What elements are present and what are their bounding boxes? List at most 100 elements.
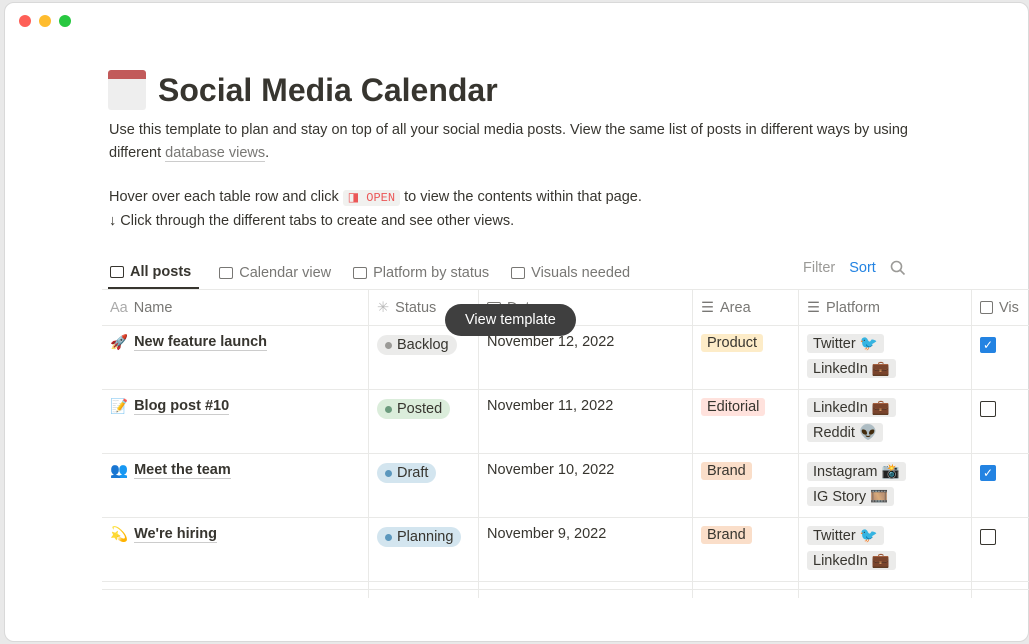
page-title: Social Media Calendar <box>158 71 498 108</box>
sort-button[interactable]: Sort <box>849 260 876 280</box>
status-icon: ✳ <box>377 299 390 316</box>
platform-tag: LinkedIn 💼 <box>807 551 896 570</box>
status-dot <box>385 533 392 541</box>
area-tag: Product <box>701 334 763 352</box>
tab-platform-by-status[interactable]: Platform by status <box>351 256 491 289</box>
list-icon: ☰ <box>807 299 820 316</box>
status-dot <box>385 341 392 349</box>
name-cell[interactable]: 🚀 New feature launch <box>102 326 369 389</box>
col-label: Vis <box>999 299 1019 316</box>
status-cell[interactable]: Posted <box>369 390 479 453</box>
database-views-link[interactable]: database views <box>165 144 266 162</box>
status-label: Backlog <box>397 337 449 353</box>
col-visuals[interactable]: Vis <box>972 290 1029 325</box>
status-label: Posted <box>397 401 443 417</box>
minimize-window-button[interactable] <box>39 15 51 27</box>
page-emoji-icon: 🚀 <box>110 335 129 351</box>
area-cell[interactable]: Brand <box>693 454 799 517</box>
status-dot <box>385 469 392 477</box>
col-platform[interactable]: ☰ Platform <box>799 290 972 325</box>
tab-label: Platform by status <box>373 264 490 281</box>
col-label: Area <box>720 299 751 316</box>
platform-tag: Twitter 🐦 <box>807 526 884 545</box>
desc-end: . <box>265 144 270 161</box>
platform-cell[interactable]: Twitter 🐦 LinkedIn 💼 <box>799 518 972 581</box>
status-badge: Draft <box>377 463 437 483</box>
area-cell[interactable]: Editorial <box>693 390 799 453</box>
platform-tag: LinkedIn 💼 <box>807 359 896 378</box>
post-name[interactable]: Blog post #10 <box>134 398 230 415</box>
search-icon[interactable] <box>890 260 906 280</box>
page-emoji-icon: 💫 <box>110 527 129 543</box>
date-cell[interactable]: November 10, 2022 <box>479 454 693 517</box>
name-cell[interactable]: 👥 Meet the team <box>102 454 369 517</box>
platform-cell[interactable]: Twitter 🐦 LinkedIn 💼 <box>799 326 972 389</box>
visuals-cell <box>972 390 1029 453</box>
post-name[interactable]: We're hiring <box>134 526 218 543</box>
visuals-checkbox[interactable] <box>980 529 996 545</box>
tab-calendar-view[interactable]: Calendar view <box>217 256 333 289</box>
visuals-cell: ✓ <box>972 454 1029 517</box>
checkbox-icon <box>980 301 993 314</box>
tab-label: Visuals needed <box>531 264 631 281</box>
date-cell[interactable]: November 11, 2022 <box>479 390 693 453</box>
col-name[interactable]: Aa Name <box>102 290 369 325</box>
tabs-hint: ↓ Click through the different tabs to cr… <box>109 212 515 229</box>
area-tag: Brand <box>701 462 752 480</box>
col-label: Name <box>133 299 173 316</box>
platform-tag: Twitter 🐦 <box>807 334 884 353</box>
status-label: Planning <box>397 529 454 545</box>
platform-tag: IG Story 🎞️ <box>807 487 895 506</box>
platform-cell[interactable]: LinkedIn 💼 Reddit 👽 <box>799 390 972 453</box>
visuals-checkbox[interactable]: ✓ <box>980 337 996 353</box>
page-description: Use this template to plan and stay on to… <box>109 119 929 232</box>
board-icon <box>353 266 368 279</box>
maximize-window-button[interactable] <box>59 15 71 27</box>
open-code: ◨ OPEN <box>342 190 401 206</box>
visuals-cell <box>972 518 1029 581</box>
platform-tag: Instagram 📸 <box>807 462 906 481</box>
col-label: Platform <box>826 299 880 316</box>
table-row[interactable]: 🚀 New feature launch Backlog November 12,… <box>102 326 1029 390</box>
visuals-checkbox[interactable]: ✓ <box>980 465 996 481</box>
page-emoji-icon: 👥 <box>110 463 129 479</box>
toolbar: Filter Sort <box>803 260 906 280</box>
name-cell[interactable]: 📝 Blog post #10 <box>102 390 369 453</box>
table-row[interactable]: 📝 Blog post #10 Posted November 11, 2022 … <box>102 390 1029 454</box>
status-cell[interactable]: Planning <box>369 518 479 581</box>
table-row[interactable]: 👥 Meet the team Draft November 10, 2022 B… <box>102 454 1029 518</box>
status-badge: Posted <box>377 399 451 419</box>
page-header: Social Media Calendar <box>108 70 498 110</box>
table-row[interactable]: 💫 We're hiring Planning November 9, 2022 … <box>102 518 1029 582</box>
platform-cell[interactable]: Instagram 📸 IG Story 🎞️ <box>799 454 972 517</box>
hover-text-end: to view the contents within that page. <box>400 189 642 205</box>
col-area[interactable]: ☰ Area <box>693 290 799 325</box>
area-tag: Brand <box>701 526 752 544</box>
calendar-icon <box>219 266 234 279</box>
tab-label: Calendar view <box>239 264 332 281</box>
platform-tag: LinkedIn 💼 <box>807 398 896 417</box>
tab-all-posts[interactable]: All posts <box>108 256 200 289</box>
date-cell[interactable]: November 9, 2022 <box>479 518 693 581</box>
visuals-checkbox[interactable] <box>980 401 996 417</box>
status-cell[interactable]: Draft <box>369 454 479 517</box>
status-label: Draft <box>397 465 429 481</box>
hover-text: Hover over each table row and click <box>109 189 343 205</box>
name-cell[interactable]: 💫 We're hiring <box>102 518 369 581</box>
view-template-tooltip[interactable]: View template <box>445 304 576 336</box>
filter-button[interactable]: Filter <box>803 260 835 280</box>
list-icon: ☰ <box>701 299 714 316</box>
close-window-button[interactable] <box>19 15 31 27</box>
visuals-cell: ✓ <box>972 326 1029 389</box>
tab-visuals-needed[interactable]: Visuals needed <box>509 256 632 289</box>
platform-tag: Reddit 👽 <box>807 423 883 442</box>
status-dot <box>385 405 392 413</box>
area-cell[interactable]: Product <box>693 326 799 389</box>
area-cell[interactable]: Brand <box>693 518 799 581</box>
tab-label: All posts <box>130 263 192 280</box>
post-name[interactable]: Meet the team <box>134 462 231 479</box>
board-icon <box>511 266 526 279</box>
col-label: Status <box>395 299 437 316</box>
post-name[interactable]: New feature launch <box>134 334 268 351</box>
page-emoji-icon: 📝 <box>110 399 129 415</box>
